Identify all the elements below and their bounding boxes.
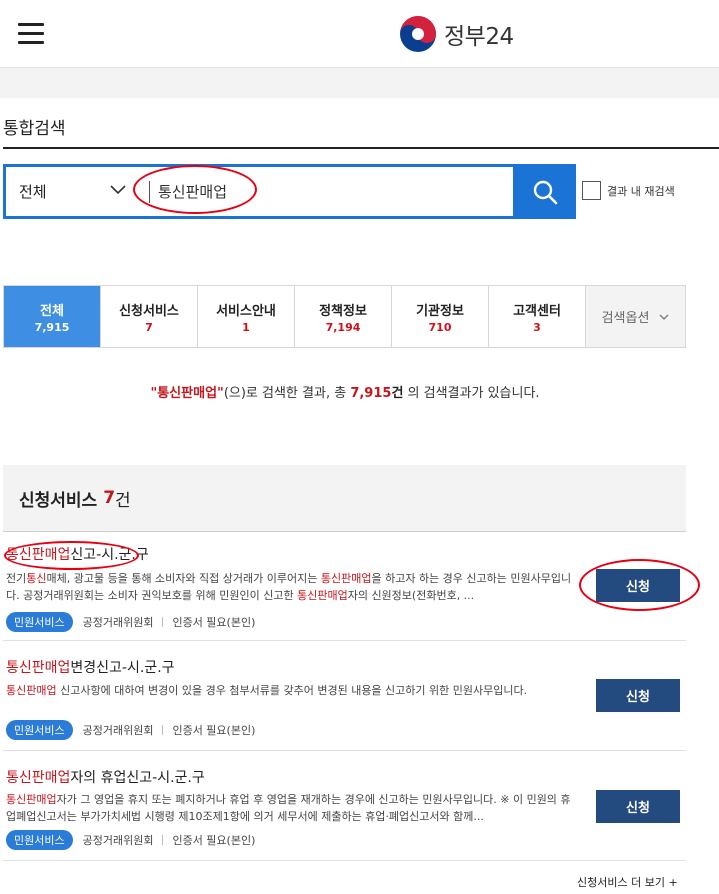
search-options-label: 검색옵션 [601,311,650,326]
agency-name: 공정거래위원회 [82,616,154,629]
result-category-tabs: 전체 7,915 신청서비스 7 서비스안내 1 정책정보 7,194 기관정보… [3,285,686,348]
summary-unit: 건 [391,386,404,401]
tab-customer-center[interactable]: 고객센터 3 [489,286,586,347]
apply-button[interactable]: 신청 [596,569,680,602]
result-title-link[interactable]: 통신판매업신고-시.군.구 [6,544,149,564]
title-divider [3,147,719,149]
result-description: 전기통신매체, 광고물 등을 통해 소비자와 직접 상거래가 이루어지는 통신판… [6,570,576,604]
result-item: 통신판매업자의 휴업신고-시.군.구 통신판매업자가 그 영업을 휴지 또는 폐… [3,751,686,861]
desc-text: 신고사항에 대하여 변경이 있을 경우 첨부서류를 갖추어 변경된 내용을 신고… [56,684,528,697]
tab-label: 고객센터 [513,303,561,319]
checkbox-box[interactable] [582,181,601,200]
result-meta: 민원서비스 공정거래위원회 인증서 필요(본인) [6,720,255,740]
section-unit: 건 [115,490,131,511]
title-highlight: 통신판매업 [6,660,71,676]
tab-policy-info[interactable]: 정책정보 7,194 [295,286,392,347]
tab-label: 정책정보 [319,303,367,319]
header-spacer [0,68,719,98]
section-count: 7 [103,488,116,508]
section-title: 신청서비스 [19,490,98,511]
logo-text: 정부24 [444,24,514,50]
desc-text: 전기 [6,572,27,585]
search-options-toggle[interactable]: 검색옵션 [586,286,685,347]
service-type-badge: 민원서비스 [6,612,73,632]
tab-label: 서비스안내 [216,303,276,319]
tab-count: 710 [428,320,452,334]
tab-agency-info[interactable]: 기관정보 710 [392,286,489,347]
result-description: 통신판매업자가 그 영업을 휴지 또는 폐지하거나 휴업 후 영업을 재개하는 … [6,791,576,825]
result-title-link[interactable]: 통신판매업자의 휴업신고-시.군.구 [6,767,205,787]
desc-text: 자의 신원정보(전화번호, ... [347,589,475,602]
tab-count: 7,194 [325,320,361,334]
tab-count: 1 [242,320,250,334]
summary-text-2: 의 검색결과가 있습니다. [403,386,540,401]
apply-button[interactable]: 신청 [596,679,680,712]
research-within-results-checkbox[interactable]: 결과 내 재검색 [582,181,675,200]
result-item: 통신판매업변경신고-시.군.구 통신판매업 신고사항에 대하여 변경이 있을 경… [3,641,686,751]
search-separator [149,181,150,203]
result-title-link[interactable]: 통신판매업변경신고-시.군.구 [6,657,175,677]
meta-separator [162,725,164,735]
tab-count: 7 [145,320,153,334]
hamburger-menu-icon[interactable] [18,23,44,45]
search-scope-value: 전체 [19,183,47,201]
agency-name: 공정거래위원회 [82,834,154,847]
tab-count: 7,915 [34,320,70,334]
desc-highlight: 통신판매업 [6,793,57,806]
tab-label: 전체 [40,303,64,319]
agency-name: 공정거래위원회 [82,724,154,737]
desc-highlight: 통신판매업 [320,572,372,585]
title-highlight: 통신판매업 [6,770,71,786]
desc-highlight: 통신판매업 [6,684,57,697]
search-input[interactable] [158,167,508,216]
tab-all[interactable]: 전체 7,915 [4,286,101,347]
search-button[interactable] [513,164,576,219]
auth-requirement: 인증서 필요(본인) [172,724,256,737]
summary-keyword: "통신판매업" [150,386,224,401]
tab-application-services[interactable]: 신청서비스 7 [101,286,198,347]
result-meta: 민원서비스 공정거래위원회 인증서 필요(본인) [6,830,255,850]
tab-service-guide[interactable]: 서비스안내 1 [198,286,295,347]
summary-count: 7,915 [350,386,392,401]
title-rest: 변경신고-시.군.구 [70,660,175,676]
title-highlight: 통신판매업 [6,547,71,563]
title-rest: 자의 휴업신고-시.군.구 [70,770,205,786]
meta-separator [162,835,164,845]
result-item: 통신판매업신고-시.군.구 전기통신매체, 광고물 등을 통해 소비자와 직접 … [3,532,686,641]
service-type-badge: 민원서비스 [6,830,73,850]
desc-text: 매체, 광고물 등을 통해 소비자와 직접 상거래가 이루어지는 [46,572,321,585]
summary-text-1: (으)로 검색한 결과, 총 [223,386,351,401]
tab-label: 기관정보 [416,303,464,319]
result-description: 통신판매업 신고사항에 대하여 변경이 있을 경우 첨부서류를 갖추어 변경된 … [6,682,576,699]
more-application-services-link[interactable]: 신청서비스 더 보기 + [577,874,678,890]
title-rest: 신고-시.군.구 [70,547,149,563]
result-meta: 민원서비스 공정거래위원회 인증서 필요(본인) [6,612,255,632]
desc-highlight: 통신 [26,572,47,585]
desc-text: 자가 그 영업을 휴지 또는 폐지하거나 휴업 후 영업을 재개하는 경우에 신… [6,793,571,823]
desc-highlight: 통신판매업 [297,589,348,602]
search-bar: 전체 [3,164,576,219]
page-title: 통합검색 [3,119,66,139]
chevron-down-icon [110,185,126,195]
service-type-badge: 민원서비스 [6,720,73,740]
tab-label: 신청서비스 [119,303,179,319]
search-scope-select[interactable]: 전체 [6,167,138,216]
tab-count: 3 [533,320,541,334]
site-logo[interactable]: 정부24 [398,13,514,55]
taegeuk-logo-icon [400,16,436,52]
research-label: 결과 내 재검색 [607,184,675,198]
auth-requirement: 인증서 필요(본인) [172,834,256,847]
apply-button[interactable]: 신청 [596,790,680,823]
meta-separator [162,617,164,627]
section-header-application-services: 신청서비스 7건 [3,465,686,532]
result-summary: "통신판매업"(으)로 검색한 결과, 총 7,915건 의 검색결과가 있습니… [0,382,690,401]
auth-requirement: 인증서 필요(본인) [172,616,256,629]
top-header: 정부24 [0,0,719,68]
chevron-down-icon [659,314,669,320]
search-icon [533,180,557,204]
